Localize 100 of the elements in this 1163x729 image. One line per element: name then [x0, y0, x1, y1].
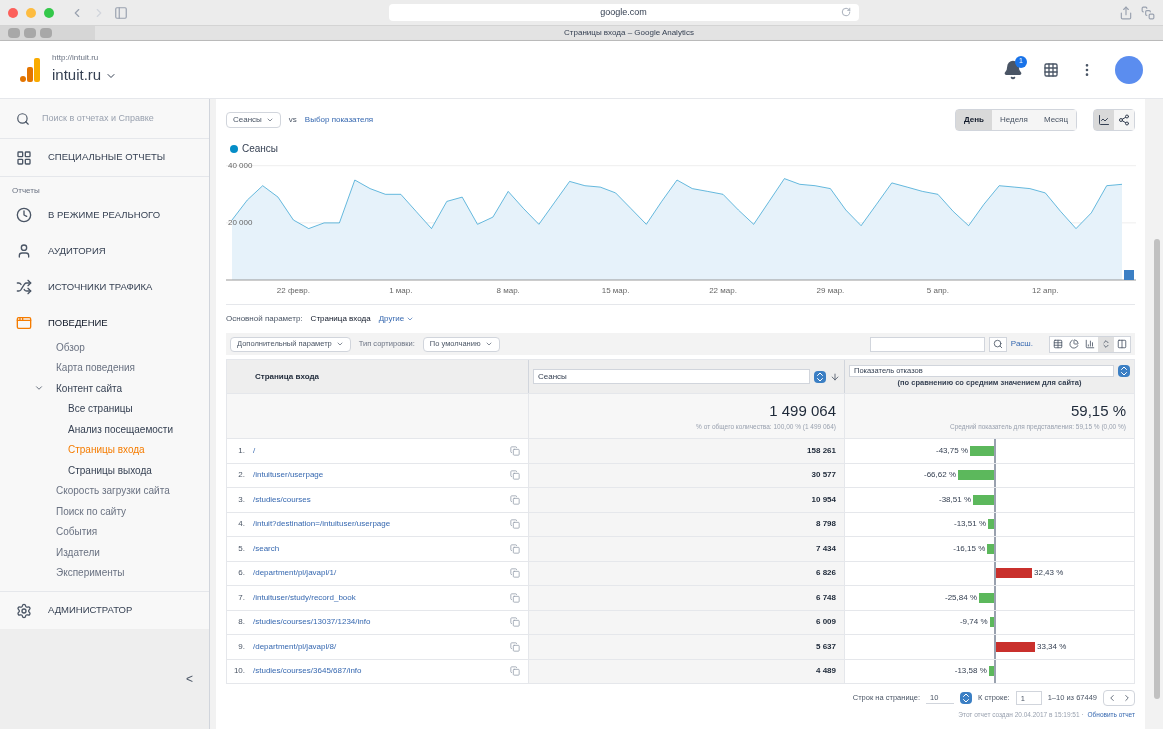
pinned-tab[interactable] [24, 28, 36, 38]
browser-tab[interactable]: Страницы входа – Google Analytics [95, 26, 1163, 40]
nav-link[interactable]: АДМИНИСТРАТОР [48, 603, 133, 618]
nav-link[interactable]: СПЕЦИАЛЬНЫЕ ОТЧЕТЫ [48, 150, 166, 165]
stepper-icon[interactable] [1118, 364, 1130, 377]
x-tick-label: 12 апр. [1032, 286, 1059, 295]
nav-link[interactable]: Обзор [56, 339, 85, 355]
page-link[interactable]: /studies/courses/13037/1234/info [253, 616, 371, 629]
branch-icon [16, 279, 32, 295]
sidebar-icon[interactable] [114, 5, 128, 20]
search-field[interactable]: Поиск в отчетах и Справке [42, 111, 192, 126]
other-dimensions-link[interactable]: Другие [378, 313, 415, 325]
account-url: http://intuit.ru [52, 52, 100, 65]
section-label: Отчеты [11, 185, 41, 197]
copy-icon[interactable] [510, 617, 520, 628]
chart-handle[interactable] [1124, 270, 1134, 280]
nav-link[interactable]: Издатели [56, 544, 100, 560]
sessions-cell: 8 798 [815, 518, 836, 531]
caret-icon [484, 340, 493, 348]
nav-link[interactable]: ИСТОЧНИКИ ТРАФИКА [48, 279, 153, 295]
total-sessions: 1 499 064 [769, 400, 836, 421]
copy-icon[interactable] [510, 494, 520, 505]
stepper-icon[interactable] [814, 370, 826, 383]
tabs-icon[interactable] [1141, 5, 1155, 20]
apps-icon[interactable] [1043, 61, 1059, 78]
sessions-cell: 5 637 [815, 640, 836, 653]
copy-icon[interactable] [510, 592, 520, 603]
nav-link[interactable]: События [56, 524, 98, 540]
motion-chart-button[interactable] [1114, 110, 1134, 130]
bounce-value: -25,84 % [944, 591, 977, 604]
page-link[interactable]: /intuit?destination=/intuituser/userpage [253, 518, 391, 531]
nav-link[interactable]: Эксперименты [56, 565, 125, 581]
page-link[interactable]: / [253, 444, 256, 457]
sessions-cell: 6 009 [815, 616, 836, 629]
bounce-value: -13,51 % [953, 518, 986, 531]
x-tick-label: 29 мар. [816, 286, 845, 295]
period-button[interactable]: День [955, 110, 992, 130]
period-button[interactable]: Месяц [1035, 110, 1076, 130]
pinned-tab[interactable] [8, 28, 20, 38]
nav-link[interactable]: Контент сайта [56, 380, 122, 396]
page-link[interactable]: /department/pl/javapl/1/ [253, 567, 337, 580]
metric-dropdown[interactable]: Сеансы [226, 112, 281, 128]
page-link[interactable]: /studies/courses/3645/687/info [253, 665, 362, 678]
nav-link[interactable]: Карта поведения [56, 360, 135, 376]
row-number: 7. [237, 591, 246, 604]
table-icon [1053, 339, 1063, 349]
notification-icon[interactable] [1003, 59, 1023, 80]
copy-icon[interactable] [510, 666, 520, 677]
comparison-view-button[interactable] [1098, 336, 1114, 352]
nav-link[interactable]: Поиск по сайту [56, 503, 127, 519]
y-tick-label: 20 000 [228, 217, 253, 227]
reload-icon[interactable] [840, 7, 851, 17]
page-link[interactable]: /intuituser/study/record_book [253, 591, 356, 604]
page-link[interactable]: /search [253, 542, 280, 555]
avatar[interactable] [1115, 55, 1143, 84]
nav-link[interactable]: АУДИТОРИЯ [48, 243, 106, 259]
copy-icon[interactable] [510, 519, 520, 530]
clock-icon [16, 207, 32, 223]
nav-link[interactable]: В РЕЖИМЕ РЕАЛЬНОГО [48, 207, 161, 223]
row-number: 10. [232, 665, 246, 678]
nav-link[interactable]: ПОВЕДЕНИЕ [48, 315, 108, 331]
property-selector[interactable]: intuit.ru [52, 64, 118, 87]
row-number: 6. [237, 567, 246, 580]
row-number: 9. [237, 640, 246, 653]
pinned-tab[interactable] [40, 28, 52, 38]
caret-icon [406, 315, 415, 323]
row-number: 5. [237, 542, 246, 555]
pie-view-button[interactable] [1066, 336, 1082, 352]
nav-link[interactable]: Скорость загрузки сайта [56, 483, 170, 499]
nav-link[interactable]: Анализ посещаемости [68, 421, 174, 437]
nav-link[interactable]: Все страницы [68, 401, 133, 417]
collapse-button[interactable]: < [186, 670, 193, 688]
bounce-value: -16,15 % [953, 542, 986, 555]
page-link[interactable]: /studies/courses [253, 493, 311, 506]
copy-icon[interactable] [510, 568, 520, 579]
sessions-cell: 10 954 [811, 493, 836, 506]
table-search-field[interactable] [869, 336, 985, 352]
copy-icon[interactable] [510, 445, 520, 456]
search-button[interactable] [988, 336, 1007, 352]
line-chart-button[interactable] [1094, 110, 1114, 130]
address-bar[interactable]: google.com [388, 4, 859, 21]
search-icon [992, 339, 1003, 349]
sessions-column-dropdown[interactable]: Сеансы [533, 369, 810, 384]
sort-arrow-icon[interactable] [830, 371, 840, 382]
nav-link[interactable]: Страницы выхода [68, 462, 152, 478]
total-bounce: 59,15 % [1070, 400, 1126, 421]
x-tick-label: 1 мар. [389, 286, 413, 295]
copy-icon[interactable] [510, 470, 520, 481]
copy-icon[interactable] [510, 641, 520, 652]
share-icon[interactable] [1119, 5, 1133, 20]
row-number: 2. [237, 469, 246, 482]
period-button[interactable]: Неделя [991, 110, 1036, 130]
page-link[interactable]: /department/pl/javapl/8/ [253, 640, 337, 653]
stepper-icon[interactable] [960, 692, 973, 704]
page-link[interactable]: /intuituser/userpage [253, 469, 324, 482]
copy-icon[interactable] [510, 543, 520, 554]
advanced-link[interactable]: Расш. [1010, 338, 1033, 350]
bounce-value: -38,51 % [938, 493, 971, 506]
choose-metric-link[interactable]: Выбор показателя [304, 114, 374, 126]
line-chart-icon [1098, 114, 1110, 126]
